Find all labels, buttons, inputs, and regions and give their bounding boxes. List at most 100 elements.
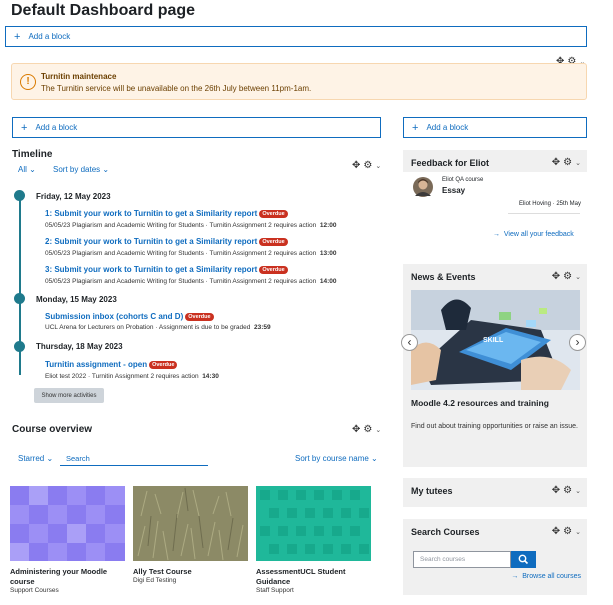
maintenance-alert: ! Turnitin maintenace The Turnitin servi… <box>11 63 587 100</box>
course-sort-dropdown[interactable]: Sort by course name ⌄ <box>295 454 378 463</box>
add-block-label: Add a block <box>35 123 78 132</box>
gear-icon[interactable]: ⚙ <box>563 526 572 537</box>
arrow-right-icon: → <box>493 231 500 238</box>
caret-down-icon[interactable]: ⌄ <box>575 159 581 167</box>
search-courses-block: Search Courses ✥ ⚙ ⌄ Search courses → Br… <box>403 519 587 595</box>
move-icon[interactable]: ✥ <box>552 526 560 537</box>
course-overview-heading: Course overview <box>12 424 93 435</box>
search-courses-input[interactable]: Search courses <box>413 551 511 568</box>
chevron-down-icon: ⌄ <box>46 454 54 463</box>
timeline-event-link[interactable]: Submission inbox (cohorts C and D) Overdu… <box>45 312 214 321</box>
alert-title: Turnitin maintenace <box>41 72 117 81</box>
browse-all-courses-link[interactable]: → Browse all courses <box>511 573 581 580</box>
carousel-prev-button[interactable]: ‹ <box>401 334 418 351</box>
course-filter-dropdown[interactable]: Starred ⌄ <box>18 454 53 463</box>
timeline-dot <box>14 341 25 352</box>
add-block-top[interactable]: + Add a block <box>5 26 587 47</box>
search-icon <box>518 554 529 565</box>
block-controls-timeline: ✥ ⚙ ⌄ <box>352 160 381 171</box>
move-icon[interactable]: ✥ <box>352 160 360 171</box>
add-block-side[interactable]: + Add a block <box>403 117 587 138</box>
course-image <box>133 486 248 561</box>
timeline-event-meta: 05/05/23 Plagiarism and Academic Writing… <box>45 250 337 257</box>
plus-icon: + <box>14 30 21 43</box>
news-events-block: News & Events ✥ ⚙ ⌄ SKILL ‹ › Moodle 4.2… <box>401 264 587 467</box>
news-item-text: Find out about training opportunities or… <box>411 423 578 430</box>
gear-icon[interactable]: ⚙ <box>363 160 372 171</box>
caret-down-icon[interactable]: ⌄ <box>375 426 381 434</box>
gear-icon[interactable]: ⚙ <box>563 485 572 496</box>
timeline-event-link[interactable]: Turnitin assignment - open Overdue <box>45 360 178 369</box>
alert-message: The Turnitin service will be unavailable… <box>41 84 312 93</box>
timeline-dot <box>14 293 25 304</box>
move-icon[interactable]: ✥ <box>552 271 560 282</box>
timeline-event-link[interactable]: 1: Submit your work to Turnitin to get a… <box>45 209 288 218</box>
course-title[interactable]: Ally Test Course <box>133 567 248 577</box>
caret-down-icon[interactable]: ⌄ <box>375 162 381 170</box>
feedback-meta: Eliot Hoving · 25th May <box>518 201 581 207</box>
plus-icon: + <box>21 121 28 134</box>
feedback-block: Feedback for Eliot ✥ ⚙ ⌄ Eliot QA course… <box>403 150 587 253</box>
overdue-badge: Overdue <box>259 266 288 274</box>
block-controls-tutees: ✥ ⚙ ⌄ <box>552 485 581 496</box>
timeline-date: Thursday, 18 May 2023 <box>36 342 123 351</box>
course-image <box>10 486 125 561</box>
course-title[interactable]: AssessmentUCL Student Guidance <box>256 567 371 587</box>
course-card[interactable]: Ally Test Course Digi Ed Testing <box>133 486 248 584</box>
overdue-badge: Overdue <box>149 361 178 369</box>
news-item-title[interactable]: Moodle 4.2 resources and training <box>411 398 549 408</box>
page-title: Default Dashboard page <box>11 2 196 19</box>
add-block-main[interactable]: + Add a block <box>12 117 381 138</box>
timeline-event-link[interactable]: 3: Submit your work to Turnitin to get a… <box>45 265 288 274</box>
timeline-event-meta: Eliot test 2022 · Turnitin Assignment 2 … <box>45 373 219 380</box>
show-more-activities-button[interactable]: Show more activities <box>34 388 104 403</box>
feedback-item-title: Essay <box>442 186 466 195</box>
course-card[interactable]: Administering your Moodle course Support… <box>10 486 125 594</box>
gear-icon[interactable]: ⚙ <box>563 271 572 282</box>
chevron-down-icon: ⌄ <box>29 165 36 174</box>
timeline-event-meta: 05/05/23 Plagiarism and Academic Writing… <box>45 278 337 285</box>
timeline-sort-dropdown[interactable]: Sort by dates ⌄ <box>53 165 109 174</box>
view-all-feedback-link[interactable]: → View all your feedback <box>493 231 574 238</box>
timeline-event-meta: 05/05/23 Plagiarism and Academic Writing… <box>45 222 337 229</box>
course-card[interactable]: AssessmentUCL Student Guidance Staff Sup… <box>256 486 371 594</box>
caret-down-icon[interactable]: ⌄ <box>575 528 581 536</box>
feedback-item[interactable]: Eliot QA course Essay Eliot Hoving · 25t… <box>403 172 587 253</box>
move-icon[interactable]: ✥ <box>552 485 560 496</box>
timeline-event-meta: UCL Arena for Lecturers on Probation · A… <box>45 324 271 331</box>
timeline-filter-dropdown[interactable]: All ⌄ <box>18 165 36 174</box>
overdue-badge: Overdue <box>259 238 288 246</box>
block-controls-course-overview: ✥ ⚙ ⌄ <box>352 424 381 435</box>
news-heading: News & Events <box>411 272 476 282</box>
carousel-next-button[interactable]: › <box>569 334 586 351</box>
move-icon[interactable]: ✥ <box>352 424 360 435</box>
timeline-date: Monday, 15 May 2023 <box>36 295 117 304</box>
my-tutees-block: My tutees ✥ ⚙ ⌄ <box>403 478 587 507</box>
gear-icon[interactable]: ⚙ <box>363 424 372 435</box>
course-category: Digi Ed Testing <box>133 577 177 584</box>
caret-down-icon[interactable]: ⌄ <box>575 273 581 281</box>
overdue-badge: Overdue <box>259 210 288 218</box>
overdue-badge: Overdue <box>185 313 214 321</box>
add-block-label: Add a block <box>426 123 469 132</box>
caret-down-icon[interactable]: ⌄ <box>575 487 581 495</box>
course-category: Support Courses <box>10 587 59 594</box>
feedback-course: Eliot QA course <box>442 177 484 183</box>
course-image <box>256 486 371 561</box>
tutees-heading: My tutees <box>411 486 453 496</box>
course-title[interactable]: Administering your Moodle course <box>10 567 125 587</box>
course-search-input[interactable]: Search <box>60 450 208 466</box>
avatar <box>413 177 433 197</box>
block-controls-search-courses: ✥ ⚙ ⌄ <box>552 526 581 537</box>
chevron-down-icon: ⌄ <box>371 454 378 463</box>
add-block-label: Add a block <box>28 32 71 41</box>
timeline-date: Friday, 12 May 2023 <box>36 192 111 201</box>
block-controls-feedback: ✥ ⚙ ⌄ <box>552 157 581 168</box>
timeline-heading: Timeline <box>12 149 53 160</box>
timeline-event-link[interactable]: 2: Submit your work to Turnitin to get a… <box>45 237 288 246</box>
search-button[interactable] <box>511 551 536 568</box>
gear-icon[interactable]: ⚙ <box>563 157 572 168</box>
divider <box>508 213 580 214</box>
move-icon[interactable]: ✥ <box>552 157 560 168</box>
news-image-text: SKILL <box>483 337 504 344</box>
